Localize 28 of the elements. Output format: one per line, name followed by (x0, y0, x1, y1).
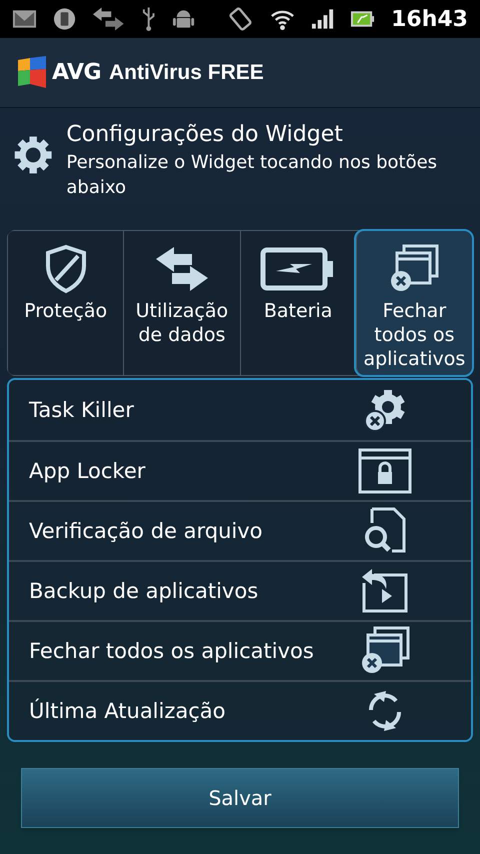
battery-icon (350, 10, 376, 28)
windows-close-icon (388, 244, 440, 294)
section-subtitle: Personalize o Widget tocando nos botões abaixo (66, 151, 438, 200)
option-row[interactable]: Backup de aplicativos (9, 560, 471, 620)
window-lock-icon (358, 448, 412, 494)
save-button[interactable]: Salvar (21, 768, 459, 828)
clock: 16h43 (391, 6, 468, 34)
mail-icon (12, 8, 37, 30)
tab[interactable]: Bateria (240, 231, 356, 375)
rotation-icon (227, 5, 254, 33)
product-name: AntiVirus FREE (108, 60, 264, 86)
shield-icon (44, 244, 88, 294)
swap-arrows-icon (154, 246, 210, 292)
tab[interactable]: Proteção (8, 231, 124, 375)
file-search-icon (362, 507, 408, 555)
section-title: Configurações do Widget (66, 121, 344, 149)
option-row[interactable]: Última Atualização (9, 680, 471, 740)
option-row[interactable]: Fechar todos os aplicativos (9, 620, 471, 680)
signal-icon (311, 8, 334, 30)
transfer-arrows-icon (92, 6, 125, 32)
windows-close-icon (359, 626, 411, 676)
usb-icon (140, 6, 156, 32)
phone-gear-icon (52, 7, 76, 31)
tab[interactable]: Fechar todos os aplicativos (356, 231, 472, 375)
logo-icon (16, 56, 48, 90)
window-arrow-icon (360, 567, 410, 615)
brand-name: AVG (52, 59, 101, 87)
tab[interactable]: Utilização de dados (123, 231, 240, 375)
